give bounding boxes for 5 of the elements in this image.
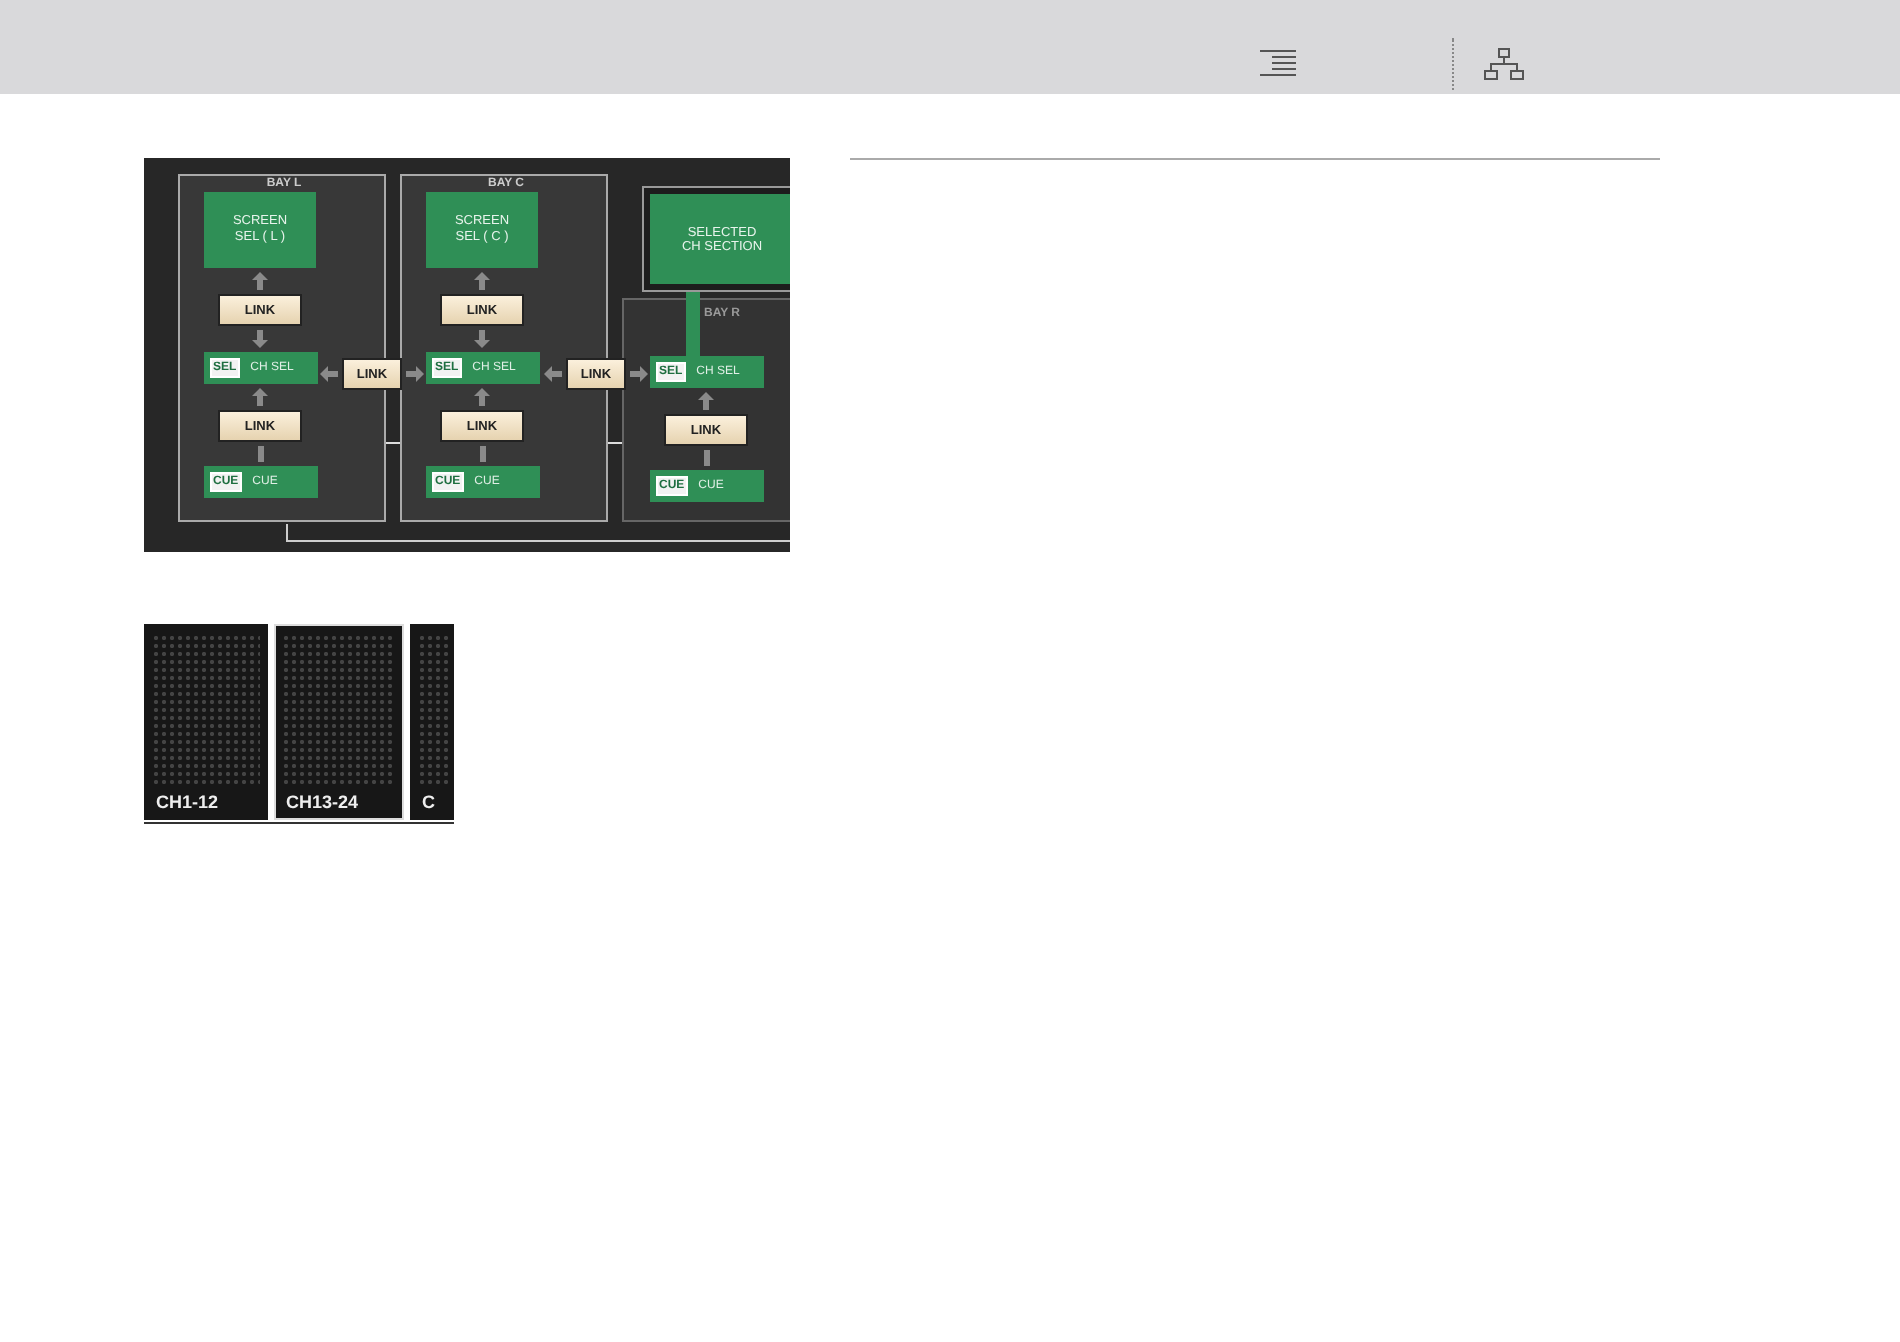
hierarchy-icon[interactable] bbox=[1484, 47, 1524, 79]
table-of-contents-icon[interactable] bbox=[1260, 49, 1296, 77]
panel-label: CH13-24 bbox=[284, 790, 361, 816]
panel-label: CH1-12 bbox=[154, 790, 221, 816]
panel-label: C bbox=[420, 790, 437, 816]
